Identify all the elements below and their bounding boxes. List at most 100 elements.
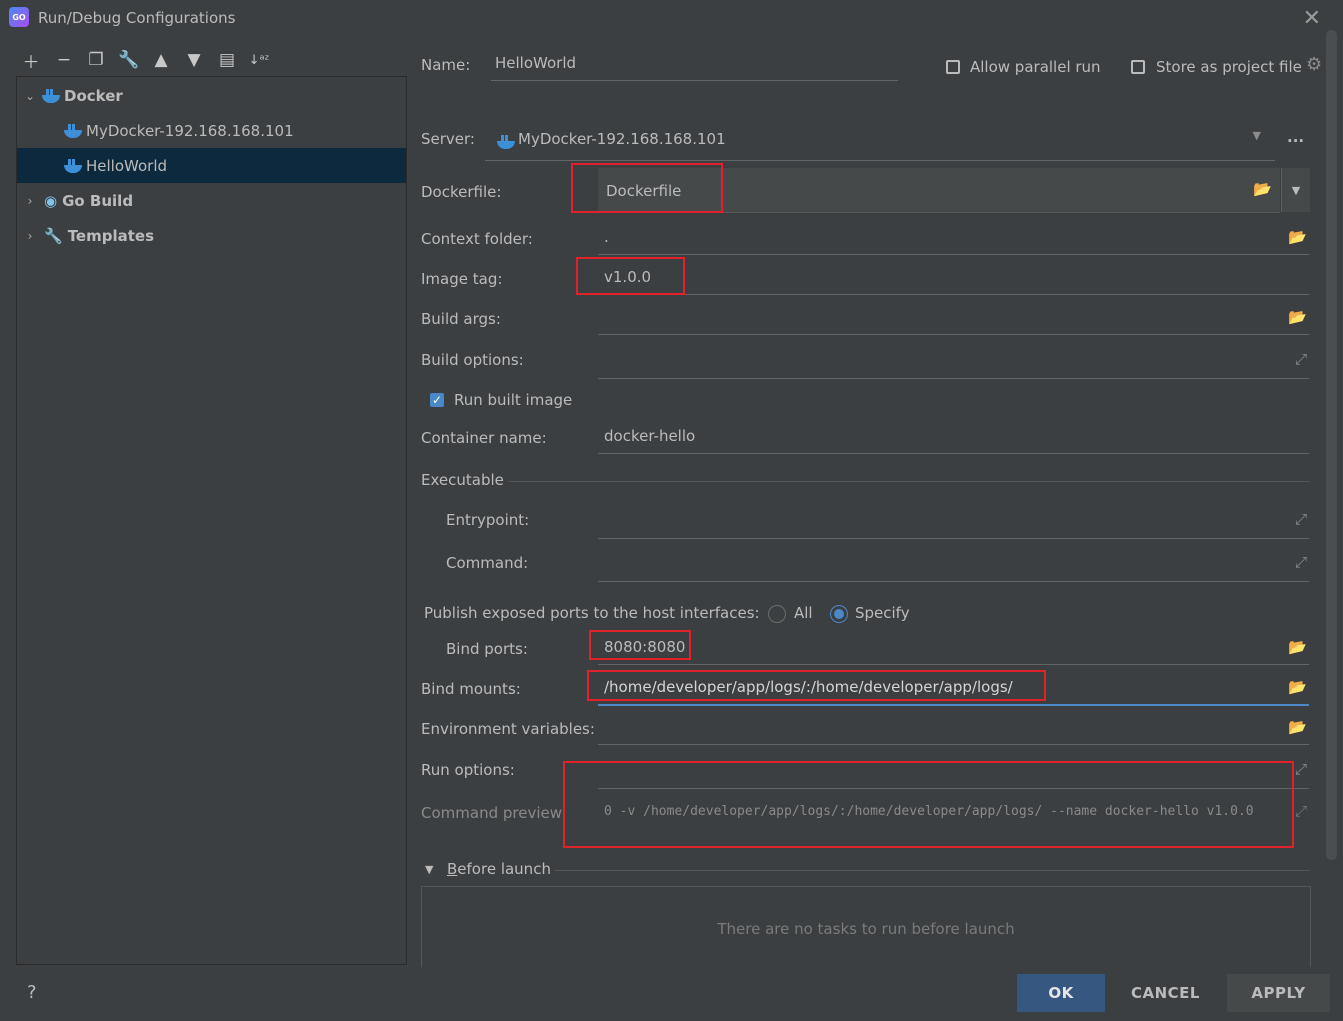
name-field[interactable]: HelloWorld bbox=[491, 50, 898, 81]
radio-all-label: All bbox=[794, 604, 813, 622]
sort-alpha-icon[interactable]: ↓ᵃᶻ bbox=[247, 48, 271, 72]
server-select[interactable]: MyDocker-192.168.168.101 ▼ bbox=[485, 123, 1275, 161]
dockerfile-label: Dockerfile: bbox=[421, 183, 502, 201]
docker-icon bbox=[64, 158, 82, 173]
folder-icon[interactable]: 📂 bbox=[1288, 678, 1307, 696]
bind-mounts-value: /home/developer/app/logs/:/home/develope… bbox=[604, 678, 1013, 696]
command-preview-field: 0 -v /home/developer/app/logs/:/home/dev… bbox=[598, 798, 1309, 830]
tree-item-templates[interactable]: › 🔧 Templates bbox=[17, 218, 406, 253]
before-launch-list: There are no tasks to run before launch bbox=[421, 886, 1311, 967]
publish-ports-label: Publish exposed ports to the host interf… bbox=[424, 604, 760, 622]
gopher-icon: ◉ bbox=[44, 191, 58, 210]
folder-icon[interactable]: 📂 bbox=[1288, 638, 1307, 656]
context-folder-label: Context folder: bbox=[421, 230, 533, 248]
container-name-value: docker-hello bbox=[604, 427, 696, 445]
name-label: Name: bbox=[421, 56, 471, 74]
ok-button[interactable]: OK bbox=[1017, 974, 1105, 1012]
before-launch-divider bbox=[555, 870, 1310, 871]
wrench-icon: 🔧 bbox=[44, 226, 63, 245]
chevron-down-icon[interactable]: ▼ bbox=[1253, 129, 1261, 142]
tree-item-mydocker[interactable]: MyDocker-192.168.168.101 bbox=[17, 113, 406, 148]
title-bar: GO Run/Debug Configurations ✕ bbox=[0, 0, 1343, 38]
store-project-label: Store as project file bbox=[1156, 58, 1302, 76]
arrow-down-icon[interactable]: ▼ bbox=[182, 48, 206, 72]
context-folder-field[interactable]: . 📂 bbox=[598, 224, 1309, 255]
executable-divider bbox=[508, 481, 1310, 482]
radio-specify-label: Specify bbox=[855, 604, 910, 622]
folder-icon[interactable]: 📂 bbox=[1288, 308, 1307, 326]
expand-icon[interactable]: ⤢ bbox=[1295, 350, 1307, 368]
expand-icon[interactable]: ⤢ bbox=[1295, 802, 1307, 820]
expand-icon[interactable]: ⤢ bbox=[1295, 553, 1307, 571]
allow-parallel-checkbox[interactable] bbox=[946, 60, 960, 74]
chevron-right-icon[interactable]: › bbox=[22, 194, 38, 208]
bind-ports-field[interactable]: 8080:8080 📂 bbox=[598, 634, 1309, 665]
minus-icon[interactable]: − bbox=[52, 48, 76, 72]
help-button[interactable]: ? bbox=[27, 982, 37, 1003]
command-label: Command: bbox=[446, 554, 529, 572]
tree-item-label: HelloWorld bbox=[86, 156, 168, 175]
build-options-label: Build options: bbox=[421, 351, 524, 369]
tree-item-label: Docker bbox=[64, 86, 123, 105]
expand-icon[interactable]: ⤢ bbox=[1295, 510, 1307, 528]
apply-button[interactable]: APPLY bbox=[1227, 974, 1330, 1012]
image-tag-field[interactable]: v1.0.0 bbox=[598, 264, 1309, 295]
tree-item-docker[interactable]: ⌄ Docker bbox=[17, 78, 406, 113]
chevron-right-icon[interactable]: › bbox=[22, 229, 38, 243]
dockerfile-value: Dockerfile bbox=[606, 182, 682, 200]
tree-item-go-build[interactable]: › ◉ Go Build bbox=[17, 183, 406, 218]
dockerfile-field[interactable]: Dockerfile 📂 bbox=[598, 168, 1280, 213]
run-built-image-checkbox[interactable]: ✓ bbox=[430, 393, 444, 407]
store-project-checkbox[interactable] bbox=[1131, 60, 1145, 74]
docker-icon bbox=[497, 135, 515, 149]
env-vars-field[interactable]: 📂 bbox=[598, 714, 1309, 745]
image-tag-label: Image tag: bbox=[421, 270, 503, 288]
before-launch-title[interactable]: Before launch bbox=[447, 860, 551, 878]
expand-icon[interactable]: ⤢ bbox=[1295, 760, 1307, 778]
context-folder-value: . bbox=[604, 228, 609, 246]
bind-ports-label: Bind ports: bbox=[446, 640, 528, 658]
bind-mounts-label: Bind mounts: bbox=[421, 680, 521, 698]
wrench-icon[interactable]: 🔧 bbox=[117, 48, 141, 72]
before-launch-text: efore launch bbox=[457, 860, 551, 878]
run-options-field[interactable]: ⤢ bbox=[598, 756, 1309, 789]
folder-add-icon[interactable]: ▤ bbox=[215, 48, 239, 72]
command-field[interactable]: ⤢ bbox=[598, 549, 1309, 582]
container-name-field[interactable]: docker-hello bbox=[598, 423, 1309, 454]
arrow-up-icon[interactable]: ▲ bbox=[149, 48, 173, 72]
folder-icon[interactable]: 📂 bbox=[1288, 718, 1307, 736]
command-preview-value: 0 -v /home/developer/app/logs/:/home/dev… bbox=[604, 804, 1254, 819]
server-more-button[interactable]: ... bbox=[1287, 128, 1304, 146]
copy-icon[interactable]: ❐ bbox=[84, 48, 108, 72]
collapse-triangle-icon[interactable]: ▼ bbox=[425, 863, 433, 876]
window-title: Run/Debug Configurations bbox=[38, 9, 236, 27]
entrypoint-label: Entrypoint: bbox=[446, 511, 530, 529]
server-value: MyDocker-192.168.168.101 bbox=[518, 130, 726, 148]
build-args-field[interactable]: 📂 bbox=[598, 304, 1309, 335]
scrollbar[interactable] bbox=[1326, 30, 1337, 860]
allow-parallel-label: Allow parallel run bbox=[970, 58, 1101, 76]
folder-icon[interactable]: 📂 bbox=[1253, 180, 1272, 198]
gear-icon[interactable]: ⚙ bbox=[1306, 54, 1322, 75]
tree-item-helloworld[interactable]: HelloWorld bbox=[17, 148, 406, 183]
chevron-down-icon[interactable]: ⌄ bbox=[22, 89, 38, 103]
entrypoint-field[interactable]: ⤢ bbox=[598, 506, 1309, 539]
run-built-image-label: Run built image bbox=[454, 391, 573, 409]
build-args-label: Build args: bbox=[421, 310, 501, 328]
build-options-field[interactable]: ⤢ bbox=[598, 346, 1309, 379]
server-label: Server: bbox=[421, 130, 475, 148]
plus-icon[interactable]: ＋ bbox=[19, 48, 43, 73]
name-value: HelloWorld bbox=[495, 54, 577, 72]
radio-all[interactable] bbox=[768, 605, 786, 623]
dockerfile-dropdown-button[interactable]: ▼ bbox=[1281, 168, 1310, 212]
close-icon[interactable]: ✕ bbox=[1303, 6, 1321, 31]
docker-icon bbox=[64, 123, 82, 138]
radio-specify[interactable] bbox=[830, 605, 848, 623]
folder-icon[interactable]: 📂 bbox=[1288, 228, 1307, 246]
env-vars-label: Environment variables: bbox=[421, 720, 595, 738]
image-tag-value: v1.0.0 bbox=[604, 268, 652, 286]
bind-mounts-field[interactable]: /home/developer/app/logs/:/home/develope… bbox=[598, 674, 1309, 706]
before-launch-empty-text: There are no tasks to run before launch bbox=[717, 920, 1015, 938]
cancel-button[interactable]: CANCEL bbox=[1118, 974, 1213, 1012]
goland-logo-icon: GO bbox=[9, 7, 29, 27]
